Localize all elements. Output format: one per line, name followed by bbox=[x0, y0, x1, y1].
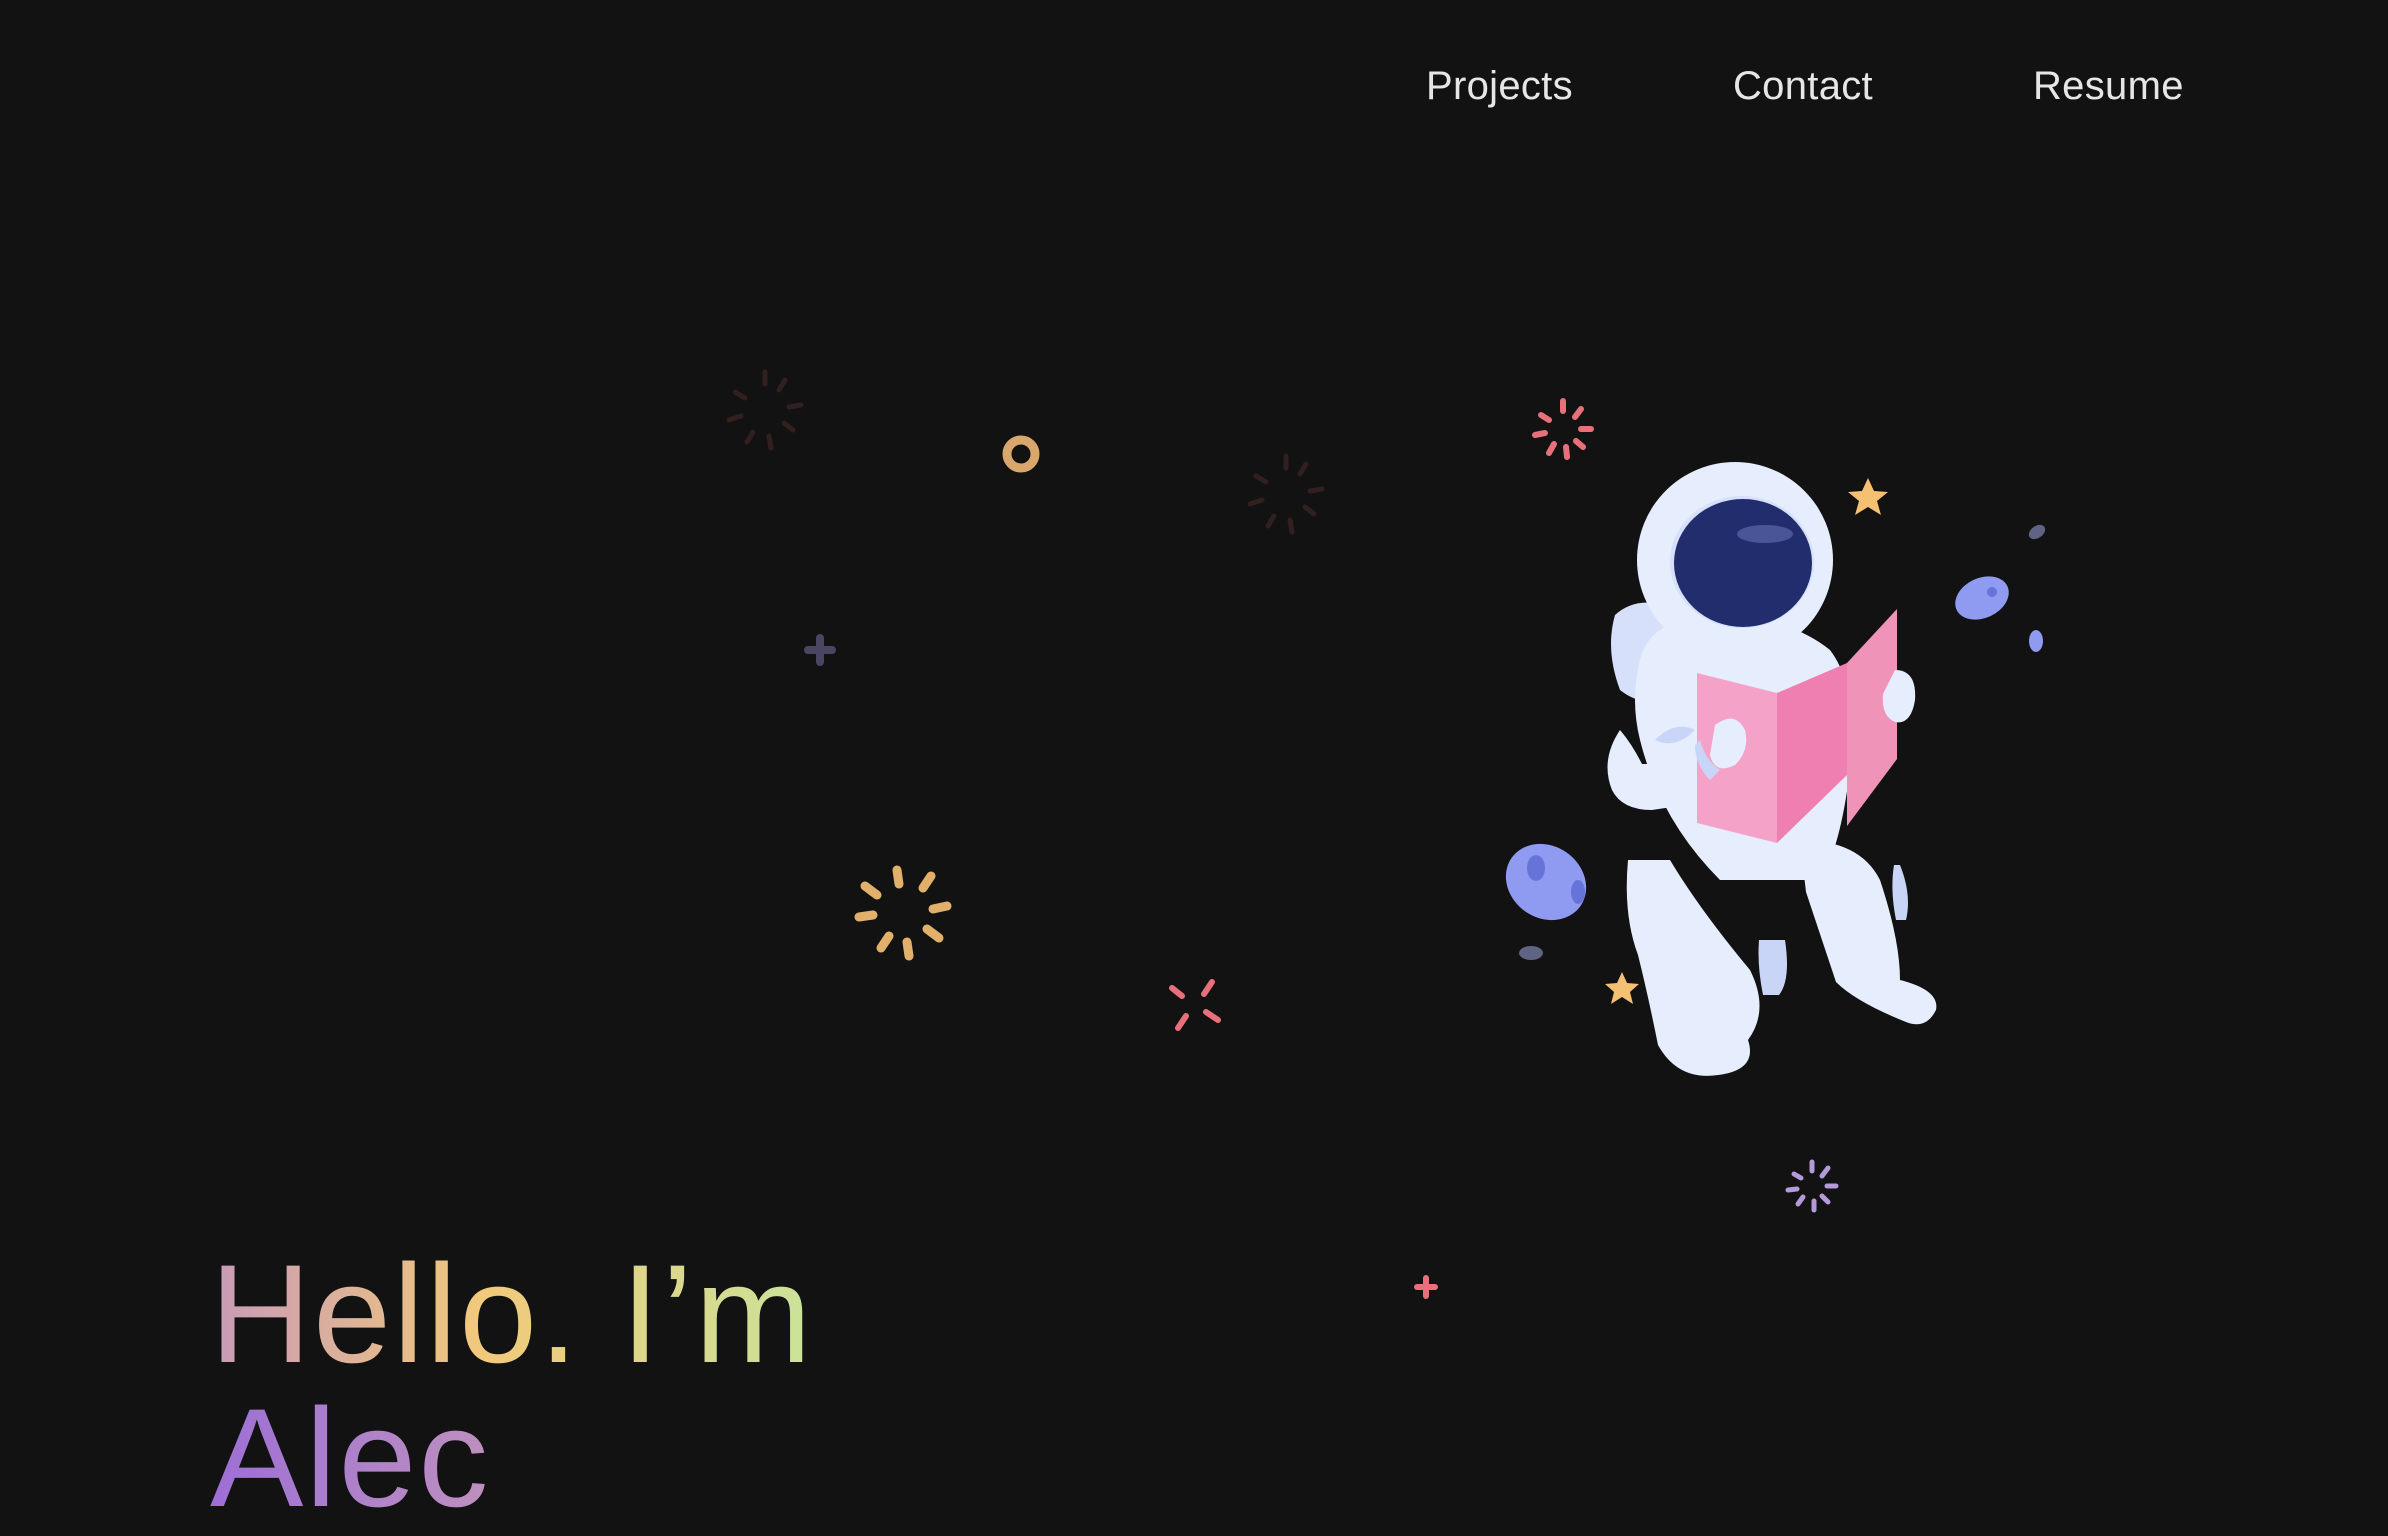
sparkle-icon bbox=[1785, 1159, 1839, 1213]
rock-icon bbox=[1505, 843, 1587, 921]
sparkle-icon bbox=[726, 369, 804, 451]
sparkle-icon bbox=[1247, 453, 1325, 535]
star-icon bbox=[1848, 478, 1888, 515]
plus-icon bbox=[1414, 1275, 1438, 1299]
star-icon bbox=[1605, 972, 1639, 1004]
sparkle-icon bbox=[1169, 979, 1221, 1031]
astronaut-reading-icon bbox=[1607, 462, 1937, 1076]
hero-heading: Hello. I’m Alec bbox=[210, 1234, 814, 1530]
rock-icon bbox=[2029, 630, 2043, 652]
hero-line-1: Hello. I’m bbox=[210, 1234, 814, 1392]
plus-icon bbox=[804, 634, 836, 666]
hero-line-2: Alec bbox=[210, 1385, 813, 1530]
rock-icon bbox=[2028, 524, 2046, 540]
sparkle-icon bbox=[1532, 398, 1594, 460]
sparkle-icon bbox=[854, 865, 952, 961]
rock-icon bbox=[1955, 576, 2009, 620]
ring-icon bbox=[1002, 435, 1040, 473]
rock-icon bbox=[1519, 946, 1543, 960]
